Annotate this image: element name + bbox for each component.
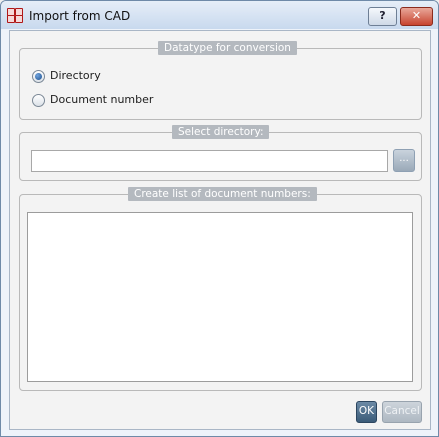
ok-button[interactable]: OK <box>356 401 377 423</box>
directory-legend: Select directory: <box>172 125 270 139</box>
dialog-window: Import from CAD ? ✕ Datatype for convers… <box>0 0 439 437</box>
doclist-legend: Create list of document numbers: <box>128 187 317 201</box>
dialog-body: Datatype for conversion Directory Docume… <box>9 30 431 430</box>
radio-document-number-button[interactable] <box>32 94 45 107</box>
datatype-group: Datatype for conversion Directory Docume… <box>19 41 422 120</box>
browse-button[interactable]: ... <box>393 149 415 172</box>
radio-directory-button[interactable] <box>32 70 45 83</box>
close-button[interactable]: ✕ <box>400 7 433 26</box>
directory-group: Select directory: ... <box>19 125 422 181</box>
window-title: Import from CAD <box>29 9 131 23</box>
radio-directory-label: Directory <box>50 69 101 82</box>
help-button[interactable]: ? <box>368 7 397 26</box>
document-number-list[interactable] <box>27 212 413 382</box>
radio-document-number-label: Document number <box>50 93 154 106</box>
datatype-legend: Datatype for conversion <box>158 41 297 55</box>
title-bar[interactable]: Import from CAD ? ✕ <box>1 1 438 29</box>
directory-input[interactable] <box>31 150 388 172</box>
doclist-group: Create list of document numbers: <box>19 187 422 391</box>
cancel-button[interactable]: Cancel <box>382 401 422 423</box>
app-icon <box>7 8 23 23</box>
